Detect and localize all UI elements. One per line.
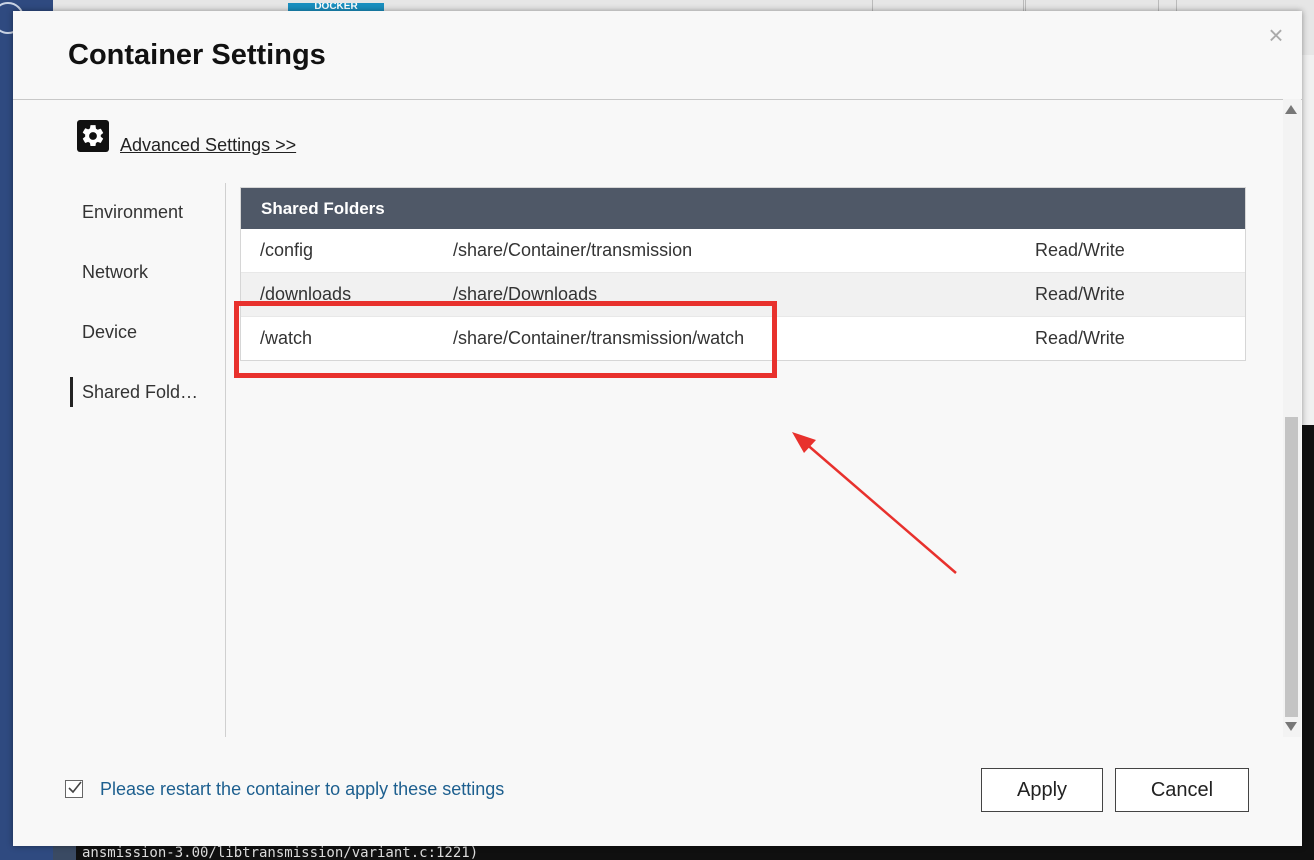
permission: Read/Write xyxy=(1035,284,1125,304)
advanced-settings: Advanced Settings >> xyxy=(77,118,296,154)
scrollbar-thumb[interactable] xyxy=(1285,417,1298,717)
dialog-title: Container Settings xyxy=(68,39,326,71)
close-button[interactable]: × xyxy=(1264,20,1288,50)
annotation-arrow-icon xyxy=(792,432,957,574)
gear-icon xyxy=(77,120,109,152)
settings-sidebar: Environment Network Device Shared Fold… xyxy=(70,197,226,437)
table-row[interactable]: /config /share/Container/transmission Re… xyxy=(241,229,1245,272)
dialog-header: Container Settings × xyxy=(13,11,1302,100)
vertical-scrollbar[interactable] xyxy=(1283,99,1301,737)
sidebar-item-environment[interactable]: Environment xyxy=(70,197,226,227)
host-path: /share/Container/transmission xyxy=(453,240,693,260)
scroll-up-icon[interactable] xyxy=(1285,105,1297,114)
checkmark-icon xyxy=(68,781,82,794)
scroll-down-icon[interactable] xyxy=(1285,722,1297,731)
container-settings-dialog: Container Settings × Advanced Settings >… xyxy=(13,11,1302,846)
permission: Read/Write xyxy=(1035,328,1125,348)
annotation-highlight-box xyxy=(234,301,777,378)
sidebar-item-device[interactable]: Device xyxy=(70,317,226,347)
container-path: /config xyxy=(260,240,314,260)
close-icon: × xyxy=(1268,20,1284,50)
background-panel xyxy=(1300,55,1314,425)
sidebar-item-network[interactable]: Network xyxy=(70,257,226,287)
restart-checkbox[interactable] xyxy=(65,780,83,798)
sidebar-item-shared-folders[interactable]: Shared Fold… xyxy=(70,377,226,407)
cancel-button[interactable]: Cancel xyxy=(1115,768,1249,812)
docker-badge: DOCKER xyxy=(288,3,384,11)
permission: Read/Write xyxy=(1035,240,1125,260)
restart-note: Please restart the container to apply th… xyxy=(100,779,505,799)
background-terminal xyxy=(1300,425,1314,860)
background-terminal-line: ansmission-3.00/libtransmission/variant.… xyxy=(76,846,1300,860)
apply-button[interactable]: Apply xyxy=(981,768,1103,812)
sidebar-divider xyxy=(225,183,226,737)
table-header: Shared Folders xyxy=(241,188,1245,229)
advanced-settings-link[interactable]: Advanced Settings >> xyxy=(120,136,296,154)
